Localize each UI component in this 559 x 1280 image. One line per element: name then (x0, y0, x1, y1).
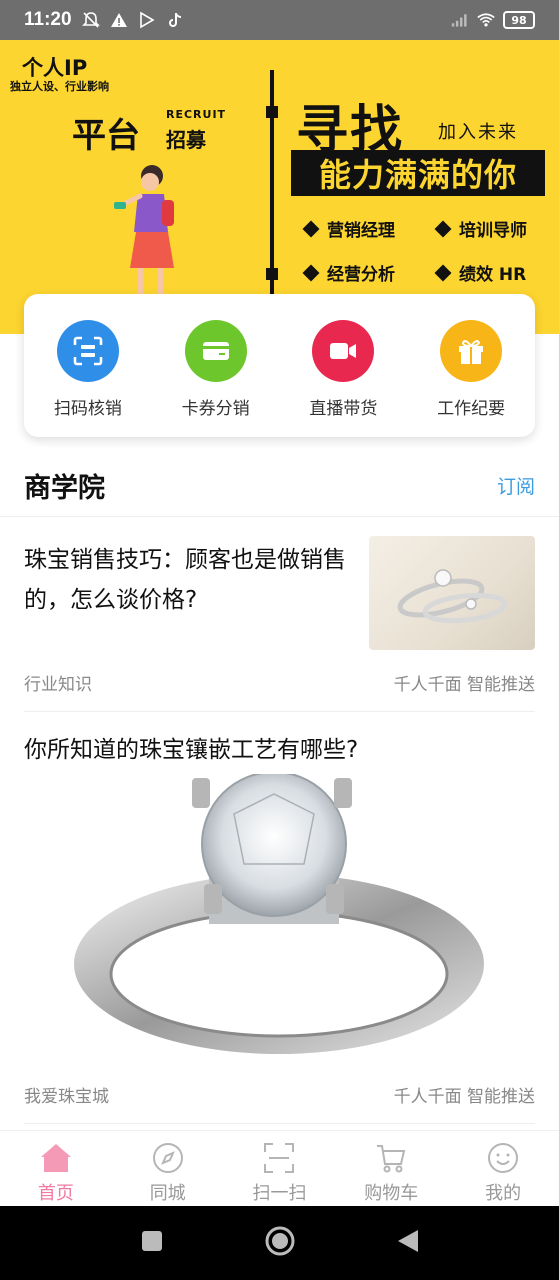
smile-icon (486, 1141, 520, 1175)
scan-frame-icon (262, 1141, 296, 1175)
nav-label: 首页 (37, 1183, 74, 1204)
nav-local[interactable]: 同城 (112, 1131, 224, 1206)
banner-platform-text: 平台 (72, 116, 140, 156)
article-item[interactable]: 珠宝销售技巧：顾客也是做销售的，怎么谈价格? 行业知识 千人千面 智能推送 (24, 534, 535, 712)
banner-position-label: 绩效 HR (459, 265, 527, 285)
gift-icon (440, 320, 503, 382)
banner-position-label: 经营分析 (327, 265, 395, 285)
banner-join-text: 加入未来 (438, 122, 518, 143)
scan-icon (56, 320, 119, 382)
diamond-bullet-icon (302, 264, 320, 281)
shortcut-live-selling[interactable]: 直播带货 (280, 294, 408, 437)
signal-icon (451, 11, 469, 29)
subscribe-link[interactable]: 订阅 (497, 472, 535, 499)
article-category: 我爱珠宝城 (24, 1087, 109, 1107)
banner-position-label: 营销经理 (327, 221, 395, 241)
video-icon (312, 320, 375, 382)
banner-ip-subtitle: 独立人设、行业影响 (10, 80, 109, 93)
banner-divider-dot-bottom (266, 268, 278, 280)
nav-mine[interactable]: 我的 (447, 1131, 559, 1206)
banner-zhaomu-text: 招募 (166, 128, 206, 152)
ring-thumbnail (369, 536, 535, 650)
card-icon (184, 320, 247, 382)
status-left: 11:20 (24, 9, 184, 31)
banner-divider-dot-top (266, 106, 278, 118)
play-store-icon (138, 11, 156, 29)
banner-slogan: 能力满满的你 (291, 150, 545, 196)
status-bar: 11:20 98 (0, 0, 559, 40)
banner-recruit-en: RECRUIT (166, 108, 227, 121)
mute-alarm-icon (81, 11, 100, 29)
shortcut-label: 卡券分销 (181, 399, 250, 419)
shortcut-card: 扫码核销 卡券分销 直播带货 工作纪要 (24, 294, 535, 437)
diamond-bullet-icon (302, 220, 320, 237)
section-title: 商学院 (24, 473, 105, 504)
girl-illustration (114, 165, 174, 303)
diamond-bullet-icon (434, 264, 452, 281)
compass-icon (151, 1141, 185, 1175)
nav-label: 购物车 (364, 1183, 419, 1204)
system-nav-bar (0, 1206, 559, 1280)
article-category: 行业知识 (24, 675, 92, 695)
shortcut-label: 工作纪要 (437, 399, 506, 419)
article-item[interactable]: 你所知道的珠宝镶嵌工艺有哪些? 我爱珠宝城 千人千面 智能推送 (24, 712, 535, 1124)
shortcut-work-notes[interactable]: 工作纪要 (407, 294, 535, 437)
article-meta: 行业知识 千人千面 智能推送 (24, 670, 535, 695)
banner-position-item: 营销经理 (302, 216, 395, 241)
diamond-ring-image (64, 771, 494, 1074)
nav-home[interactable]: 首页 (0, 1131, 112, 1206)
warning-icon (110, 11, 128, 29)
shortcut-card-distribution[interactable]: 卡券分销 (152, 294, 280, 437)
section-header: 商学院 订阅 (0, 455, 559, 517)
battery-indicator: 98 (503, 11, 535, 29)
bottom-nav: 首页 同城 扫一扫 购物车 我的 (0, 1130, 559, 1206)
banner-position-item: 培训导师 (434, 216, 527, 241)
status-right: 98 (451, 11, 535, 29)
recents-button[interactable] (140, 1229, 164, 1257)
cart-icon (374, 1141, 408, 1175)
banner-position-item: 经营分析 (302, 260, 395, 285)
nav-label: 我的 (485, 1183, 522, 1204)
banner-position-label: 培训导师 (459, 221, 527, 241)
back-button[interactable] (396, 1228, 420, 1258)
article-title: 珠宝销售技巧：顾客也是做销售的，怎么谈价格? (24, 547, 346, 613)
status-time: 11:20 (24, 9, 72, 30)
home-button[interactable] (264, 1225, 296, 1261)
article-tag: 千人千面 智能推送 (393, 675, 535, 695)
article-tag: 千人千面 智能推送 (393, 1087, 535, 1107)
article-title: 你所知道的珠宝镶嵌工艺有哪些? (24, 737, 359, 763)
nav-scan[interactable]: 扫一扫 (224, 1131, 336, 1206)
nav-label: 同城 (149, 1183, 186, 1204)
nav-cart[interactable]: 购物车 (335, 1131, 447, 1206)
shortcut-label: 扫码核销 (53, 399, 122, 419)
diamond-bullet-icon (434, 220, 452, 237)
home-icon (39, 1141, 73, 1175)
banner-position-item: 绩效 HR (434, 260, 527, 285)
nav-label: 扫一扫 (252, 1183, 307, 1204)
wifi-icon (477, 11, 495, 29)
shortcut-label: 直播带货 (309, 399, 378, 419)
tiktok-icon (166, 11, 184, 29)
article-meta: 我爱珠宝城 千人千面 智能推送 (24, 1082, 535, 1107)
recruit-banner[interactable]: 个人IP 独立人设、行业影响 平台 RECRUIT 招募 寻找 加入未来 能力满… (0, 40, 559, 334)
shortcut-scan-verify[interactable]: 扫码核销 (24, 294, 152, 437)
